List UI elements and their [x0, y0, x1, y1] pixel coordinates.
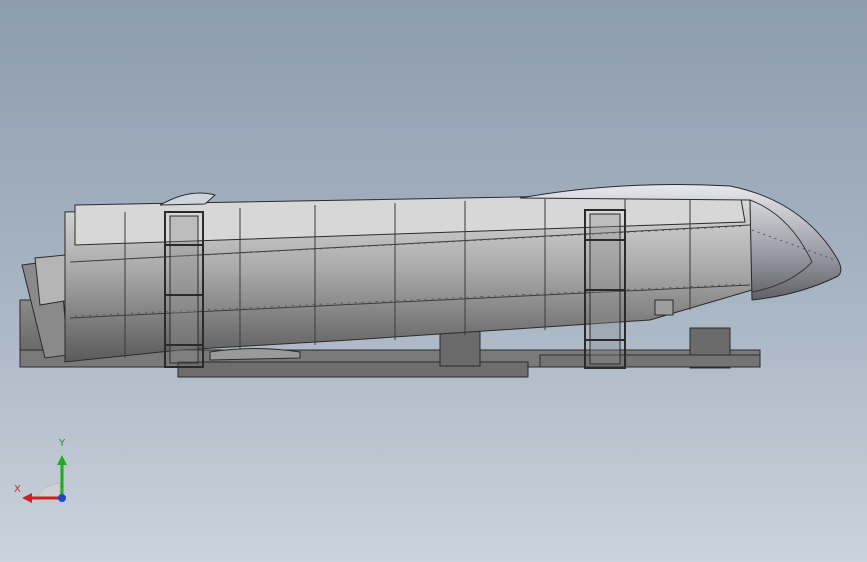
triad-plane — [36, 482, 61, 499]
triad-axes — [22, 455, 67, 503]
x-axis-head — [22, 493, 32, 503]
rear-support-frame — [584, 209, 626, 369]
main-hull — [64, 192, 753, 363]
x-axis-label: X — [14, 484, 21, 495]
front-support-frame — [164, 211, 204, 368]
graphics-viewport[interactable]: Y X — [0, 0, 867, 562]
y-axis-head — [57, 455, 67, 465]
z-axis-dot — [58, 494, 66, 502]
y-axis-label: Y — [59, 438, 66, 449]
coordinate-triad: Y X — [12, 438, 82, 510]
3d-model-assembly[interactable] — [0, 0, 867, 562]
